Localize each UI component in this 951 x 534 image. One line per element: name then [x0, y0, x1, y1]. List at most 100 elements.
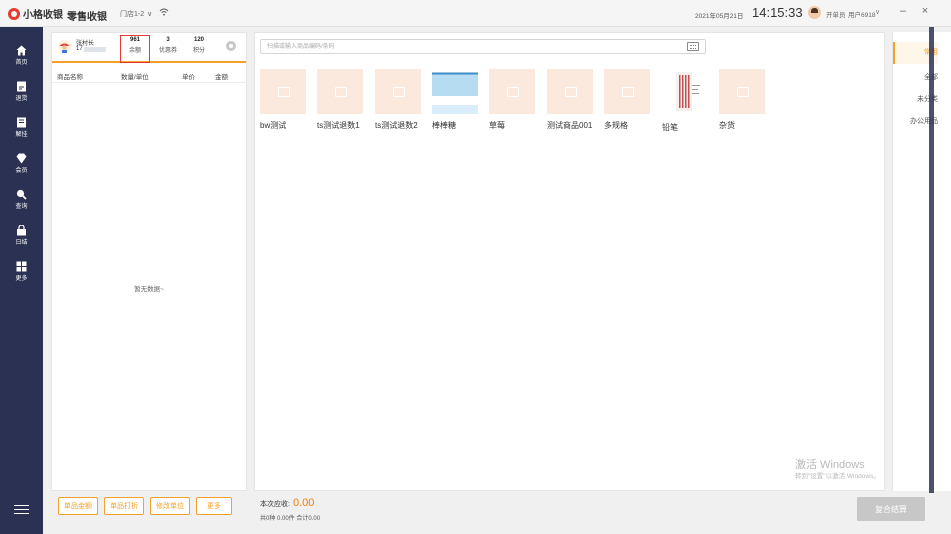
date-display: 2021年05月21日 [695, 13, 744, 20]
column-header: 数量/单位 [121, 74, 149, 81]
column-header: 金额 [215, 74, 228, 81]
image-placeholder-icon [604, 69, 650, 114]
nav-item-return[interactable]: 退货 [0, 73, 43, 109]
product-name: 铅笔 [662, 123, 678, 132]
store-selector[interactable]: 门店1-2 ∨ [120, 9, 152, 19]
product-image [432, 69, 478, 114]
nav-label: 首页 [15, 59, 28, 66]
nav-label: 查询 [15, 203, 28, 210]
nav-item-unhold[interactable]: 解挂 [0, 109, 43, 145]
amount-due-value: 0.00 [292, 497, 315, 509]
search-input[interactable] [261, 40, 681, 54]
order-summary: 共0种 0.00件 合计0.00 [260, 516, 321, 522]
logo-icon [8, 7, 20, 20]
product-name: 草莓 [489, 121, 505, 130]
product-card[interactable]: ts测试退数1 [317, 69, 365, 131]
product-name: ts测试退数1 [317, 121, 360, 130]
title-bar: 小格收银 零售收银 门店1-2 ∨ 2021年05月21日 14:15:33 开… [0, 0, 951, 27]
points-value: 120 [193, 37, 204, 43]
nav-item-member[interactable]: 会员 [0, 145, 43, 181]
product-name: bw测试 [260, 121, 287, 130]
member-card[interactable]: 张村长 17 961 余额 3 优惠券 120 积分 [52, 33, 246, 63]
masked-phone-digits [83, 46, 106, 52]
more-grid-icon [16, 261, 27, 271]
nav-label: 退货 [15, 95, 28, 102]
minimize-button[interactable]: – [898, 5, 908, 17]
nav-item-query[interactable]: 查询 [0, 181, 43, 217]
nav-label: 更多 [15, 275, 28, 282]
keyboard-icon[interactable] [687, 42, 699, 51]
product-name: 棒棒糖 [432, 121, 456, 130]
side-nav: 首页 退货 解挂 会员 查询 日结 更多 [0, 27, 43, 534]
change-unit-button[interactable]: 修改单位 [150, 497, 190, 515]
image-placeholder-icon [375, 69, 421, 114]
scrollbar[interactable] [929, 27, 934, 493]
amount-due: 本次应收: 0.00 [260, 497, 314, 509]
chevron-down-icon: ∨ [147, 11, 153, 18]
hamburger-menu-icon[interactable] [12, 502, 31, 516]
member-points[interactable]: 120 积分 [189, 37, 209, 54]
search-bar [260, 39, 706, 54]
points-label: 积分 [192, 48, 205, 54]
member-phone-prefix: 17 [76, 46, 83, 52]
image-placeholder-icon [317, 69, 363, 114]
cart-actions: 单品金额 单品打折 修改单位 更多 [58, 497, 232, 515]
nav-label: 会员 [15, 167, 28, 174]
return-icon [17, 81, 26, 91]
product-image [662, 69, 708, 114]
product-card[interactable]: bw测试 [260, 69, 308, 131]
more-button[interactable]: 更多 [196, 497, 232, 515]
item-amount-button[interactable]: 单品金额 [58, 497, 98, 515]
bottom-bar: 本次应收: 0.00 共0种 0.00件 合计0.00 [254, 491, 885, 534]
close-button[interactable]: × [920, 5, 930, 17]
product-name: 测试商品001 [547, 121, 593, 130]
nav-item-home[interactable]: 首页 [0, 37, 43, 73]
product-name: 多规格 [604, 121, 628, 130]
amount-due-label: 本次应收: [260, 501, 290, 508]
member-coupons[interactable]: 3 优惠券 [156, 37, 180, 54]
item-discount-button[interactable]: 单品打折 [104, 497, 144, 515]
logo-text: 小格收银 [23, 10, 63, 21]
product-card[interactable]: ts测试退数2 [375, 69, 423, 131]
wifi-icon [159, 8, 169, 16]
home-icon [16, 45, 27, 55]
user-id[interactable]: 用户6918 [848, 9, 875, 19]
product-card[interactable]: 草莓 [489, 69, 537, 131]
nav-label: 解挂 [15, 131, 28, 138]
time-display: 14:15:33 [752, 5, 803, 20]
nav-item-more[interactable]: 更多 [0, 253, 43, 289]
product-card[interactable]: 测试商品001 [547, 69, 595, 131]
member-settings-icon[interactable] [226, 41, 236, 51]
column-header: 单价 [182, 74, 195, 81]
app-mode-title: 零售收银 [67, 12, 107, 23]
product-card[interactable]: 杂货 [719, 69, 767, 131]
search-icon [16, 189, 27, 200]
cart-table-header: 商品名称 数量/单位 单价 金额 [52, 67, 246, 83]
image-placeholder-icon [260, 69, 306, 114]
member-avatar-icon [58, 40, 71, 53]
checkout-button[interactable]: 复合结算 [857, 497, 925, 521]
highlight-box [120, 35, 150, 63]
nav-item-daily-close[interactable]: 日结 [0, 217, 43, 253]
nav-label: 日结 [15, 239, 28, 246]
unhold-icon [17, 117, 26, 127]
column-header: 商品名称 [57, 74, 83, 81]
product-name: 杂货 [719, 121, 735, 130]
product-card[interactable]: 铅笔 [662, 69, 710, 133]
activation-watermark-subtitle: 转到"设置"以激活 Windows。 [795, 473, 880, 480]
member-icon [16, 153, 27, 163]
coupon-label: 优惠券 [158, 48, 177, 54]
cart-panel: 张村长 17 961 余额 3 优惠券 120 积分 商品名称 数量/单位 单价… [51, 32, 247, 491]
image-placeholder-icon [719, 69, 765, 114]
product-card[interactable]: 多规格 [604, 69, 652, 131]
store-name: 门店1-2 [120, 11, 145, 18]
image-placeholder-icon [489, 69, 535, 114]
user-role: 开单员 [826, 12, 846, 19]
product-name: ts测试退数2 [375, 121, 418, 130]
chevron-down-icon[interactable]: ∨ [875, 8, 880, 16]
category-list: 常用 全部 未分类 办公用品 [892, 32, 951, 491]
product-card[interactable]: 棒棒糖 [432, 69, 480, 131]
avatar[interactable] [808, 6, 821, 19]
app-logo: 小格收银 [8, 6, 63, 21]
member-phone: 17 [76, 46, 106, 52]
